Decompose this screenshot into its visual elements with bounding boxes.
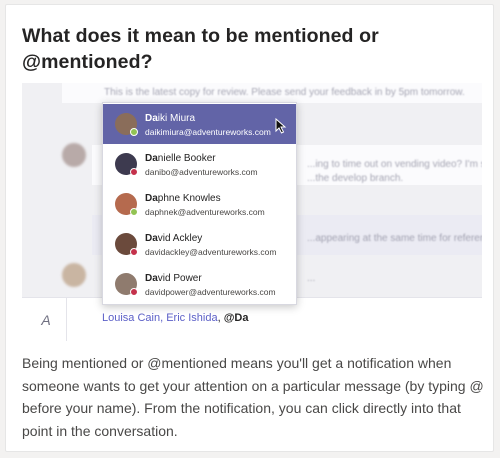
- person-name: iki Miura: [157, 113, 196, 124]
- name-match: Da: [145, 113, 158, 124]
- suggestion-item[interactable]: David Power davidpower@adventureworks.co…: [103, 264, 296, 304]
- chat-avatar: [62, 263, 86, 287]
- mention-screenshot: This is the latest copy for review. Plea…: [22, 83, 482, 341]
- person-email: davidackley@adventureworks.com: [145, 247, 277, 257]
- format-icon[interactable]: A: [36, 310, 56, 330]
- status-busy-icon: [130, 168, 138, 176]
- name-match: Da: [145, 233, 158, 244]
- person-email: daphnek@adventureworks.com: [145, 207, 265, 217]
- chat-avatar: [62, 143, 86, 167]
- suggestion-item[interactable]: David Ackley davidackley@adventureworks.…: [103, 224, 296, 264]
- mention-tag: Louisa Cain: [102, 312, 161, 324]
- status-available-icon: [130, 208, 138, 216]
- status-available-icon: [130, 128, 138, 136]
- person-email: danibo@adventureworks.com: [145, 167, 258, 177]
- person-name: phne Knowles: [157, 193, 221, 204]
- card-title: What does it mean to be mentioned or @me…: [22, 25, 379, 73]
- person-email: daikimiura@adventureworks.com: [145, 127, 271, 137]
- status-busy-icon: [130, 248, 138, 256]
- chat-message-text: ...: [307, 273, 316, 284]
- chat-message-text: ...appearing at the same time for refere…: [307, 233, 482, 244]
- chat-message-text: ...the develop branch.: [307, 173, 404, 184]
- suggestion-item[interactable]: Daiki Miura daikimiura@adventureworks.co…: [103, 104, 296, 144]
- person-name: nielle Booker: [157, 153, 216, 164]
- name-match: Da: [145, 273, 158, 284]
- typed-text: @Da: [223, 312, 249, 324]
- faq-card: What does it mean to be mentioned or @me…: [5, 4, 494, 452]
- status-busy-icon: [130, 288, 138, 296]
- compose-divider: [66, 298, 67, 341]
- name-match: Da: [145, 153, 158, 164]
- chat-message-text: This is the latest copy for review. Plea…: [104, 87, 465, 98]
- mention-tag: Eric Ishida: [166, 312, 218, 324]
- suggestion-item[interactable]: Danielle Booker danibo@adventureworks.co…: [103, 144, 296, 184]
- person-email: davidpower@adventureworks.com: [145, 287, 276, 297]
- person-name: vid Power: [157, 273, 202, 284]
- chat-message-text: ...ing to time out on vending video? I'm…: [307, 159, 482, 170]
- mention-suggestions-popup: Daiki Miura daikimiura@adventureworks.co…: [102, 102, 297, 305]
- person-name: vid Ackley: [157, 233, 203, 244]
- mouse-pointer-icon: [275, 118, 287, 134]
- compose-input[interactable]: Louisa Cain, Eric Ishida, @Da: [102, 312, 249, 324]
- suggestion-item[interactable]: Daphne Knowles daphnek@adventureworks.co…: [103, 184, 296, 224]
- name-match: Da: [145, 193, 158, 204]
- description-text: Being mentioned or @mentioned means you'…: [22, 355, 484, 439]
